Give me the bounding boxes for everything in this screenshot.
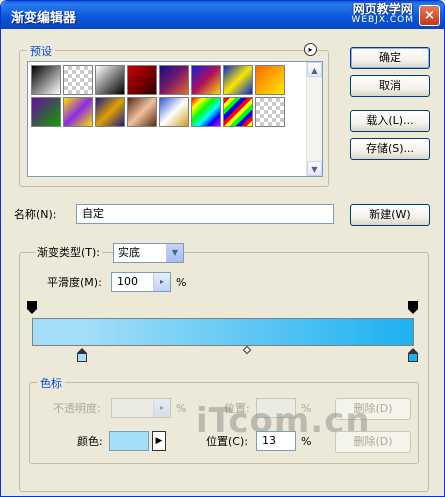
opacity-arrow-icon: ▸: [153, 399, 170, 417]
load-button[interactable]: 载入(L)...: [350, 110, 430, 132]
color-label: 颜色:: [77, 435, 103, 448]
smoothness-input[interactable]: 100 ▸: [111, 272, 171, 292]
preset-swatch[interactable]: [159, 65, 189, 95]
smoothness-unit: %: [176, 276, 187, 289]
new-button[interactable]: 新建(W): [350, 204, 430, 226]
color-stop-left[interactable]: [76, 348, 87, 362]
preset-swatch[interactable]: [223, 65, 253, 95]
preset-swatch[interactable]: [31, 97, 61, 127]
stops-label: 色标: [37, 375, 65, 391]
preset-swatch[interactable]: [31, 65, 61, 95]
ok-button[interactable]: 确定: [350, 47, 430, 69]
preset-swatch[interactable]: [191, 65, 221, 95]
preset-swatch[interactable]: [63, 97, 93, 127]
gradient-preview-bar[interactable]: [32, 318, 414, 346]
watermark-top-url: WEBJX.COM: [351, 15, 414, 25]
preset-swatch[interactable]: [191, 97, 221, 127]
window-title: 渐变编辑器: [11, 11, 77, 26]
scroll-up-icon[interactable]: ▲: [307, 62, 322, 77]
title-bar[interactable]: 渐变编辑器 网页教学网 WEBJX.COM ×: [1, 1, 444, 29]
color-swatch[interactable]: [109, 431, 149, 451]
chevron-down-icon[interactable]: ▼: [166, 244, 183, 262]
save-button[interactable]: 存储(S)...: [350, 138, 430, 160]
color-stop-left-swatch: [76, 353, 87, 362]
smoothness-arrow-icon[interactable]: ▸: [153, 273, 170, 291]
preset-swatch[interactable]: [95, 65, 125, 95]
opacity-stop-right[interactable]: [408, 301, 418, 314]
opacity-stop-right-pointer: [408, 309, 418, 314]
smoothness-value: 100: [117, 275, 138, 288]
presets-label: 预设: [27, 43, 55, 59]
name-label: 名称(N):: [14, 208, 57, 221]
presets-menu-button[interactable]: ▸: [304, 43, 317, 56]
watermark-top: 网页教学网 WEBJX.COM: [351, 2, 414, 26]
watermark-top-cn: 网页教学网: [352, 2, 413, 16]
gradient-type-select[interactable]: 实底 ▼: [113, 243, 184, 263]
preset-swatch[interactable]: [127, 97, 157, 127]
scroll-down-icon[interactable]: ▼: [307, 161, 322, 176]
color-delete-button[interactable]: 删除(D): [335, 431, 411, 453]
preset-swatch[interactable]: [223, 97, 253, 127]
opacity-stop-left[interactable]: [27, 301, 37, 314]
opacity-unit: %: [176, 402, 187, 415]
opacity-stop-right-swatch: [408, 301, 418, 309]
preset-swatch[interactable]: [159, 97, 189, 127]
cancel-button[interactable]: 取消: [350, 75, 430, 97]
preset-swatch[interactable]: [95, 97, 125, 127]
gradient-editor-dialog: 渐变编辑器 网页教学网 WEBJX.COM × 预设 ▸ ▲ ▼ 确定 取消 载…: [0, 0, 445, 497]
opacity-input: ▸: [111, 398, 171, 418]
smoothness-label: 平滑度(M):: [47, 276, 102, 289]
close-button[interactable]: ×: [419, 5, 440, 26]
opacity-stop-left-pointer: [27, 309, 37, 314]
preset-swatch[interactable]: [63, 65, 93, 95]
preset-swatch[interactable]: [255, 65, 285, 95]
color-position-label: 位置(C):: [206, 435, 248, 448]
opacity-label: 不透明度:: [53, 402, 101, 415]
preset-swatch[interactable]: [255, 97, 285, 127]
name-input[interactable]: 自定: [76, 204, 334, 224]
color-stop-right-swatch: [408, 353, 418, 362]
preset-swatch[interactable]: [127, 65, 157, 95]
color-stop-right[interactable]: [408, 348, 418, 362]
gradient-type-value: 实底: [118, 246, 140, 259]
opacity-stop-left-swatch: [27, 301, 37, 309]
presets-scrollbar[interactable]: ▲ ▼: [306, 62, 322, 176]
presets-list: ▲ ▼: [27, 61, 323, 177]
color-position-input[interactable]: 13: [256, 431, 296, 451]
color-position-unit: %: [301, 435, 312, 448]
presets-menu-icon: ▸: [308, 45, 313, 54]
color-menu-icon[interactable]: ▶: [152, 431, 166, 451]
gradient-type-label: 渐变类型(T):: [35, 246, 103, 260]
